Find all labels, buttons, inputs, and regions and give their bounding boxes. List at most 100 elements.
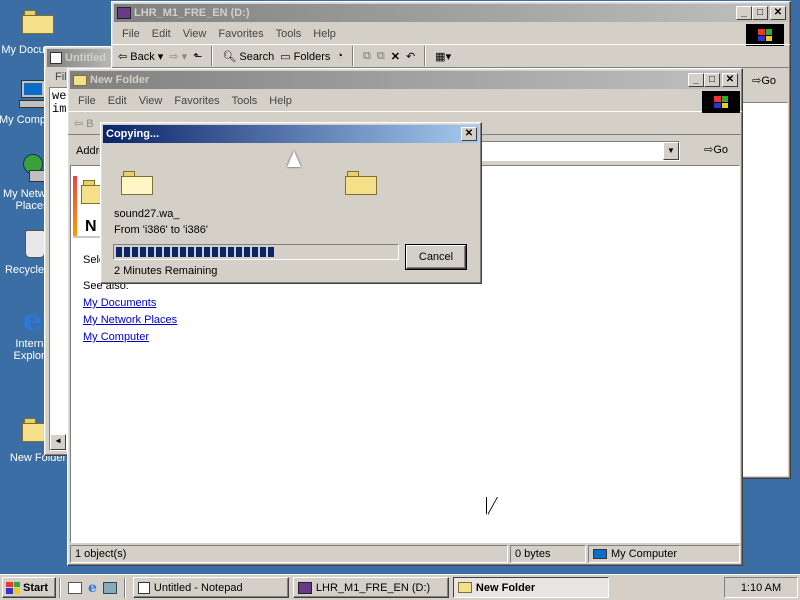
maximize-button[interactable]: □	[752, 6, 768, 20]
notepad-scroll-left-button[interactable]: ◀	[50, 434, 66, 450]
menu-help[interactable]: Help	[309, 28, 344, 40]
outlook-express-icon[interactable]	[102, 581, 117, 594]
copying-dialog[interactable]: Copying... ✕ sound27.wa_ From 'i386' to …	[100, 122, 482, 284]
status-size: 0 bytes	[510, 545, 586, 563]
taskbar-button-label: Untitled - Notepad	[153, 581, 243, 594]
see-also-links: My Documents My Network Places My Comput…	[83, 297, 177, 348]
new-folder-titlebar[interactable]: New Folder _ □ ✕	[70, 71, 740, 89]
new-folder-menubar: File Edit View Favorites Tools Help	[68, 91, 742, 113]
menu-edit[interactable]: Edit	[104, 95, 135, 107]
close-button[interactable]: ✕	[770, 6, 786, 20]
menu-edit[interactable]: Edit	[148, 28, 179, 40]
time-remaining: 2 Minutes Remaining	[114, 265, 218, 277]
link-my-computer[interactable]: My Computer	[83, 331, 177, 343]
quick-launch: e	[68, 580, 117, 596]
mouse-pointer-icon	[487, 497, 497, 515]
cancel-button[interactable]: Cancel	[405, 244, 467, 270]
menu-tools[interactable]: Tools	[272, 28, 310, 40]
internet-explorer-icon[interactable]: e	[88, 580, 97, 596]
system-tray: 1:10 AM	[724, 577, 798, 598]
folders-button[interactable]: ▭ Folders	[280, 50, 330, 63]
address-dropdown-button[interactable]: ▼	[663, 142, 679, 160]
cd-drive-icon	[297, 581, 312, 594]
flying-paper-icon	[287, 151, 301, 169]
search-button[interactable]: 🔍︎ Search	[222, 50, 274, 63]
windows-flag-icon	[6, 581, 20, 594]
status-zone: My Computer	[588, 545, 740, 563]
drive-window-title: LHR_M1_FRE_EN (D:)	[134, 7, 250, 19]
toolbar-separator	[211, 46, 214, 66]
menu-help[interactable]: Help	[265, 95, 300, 107]
toolbar-separator	[424, 46, 427, 66]
menu-file[interactable]: File	[118, 28, 148, 40]
destination-folder-icon	[345, 169, 377, 195]
close-button[interactable]: ✕	[722, 73, 738, 87]
toolbar-separator	[352, 46, 355, 66]
minimize-button[interactable]: _	[736, 6, 752, 20]
menu-view[interactable]: View	[135, 95, 171, 107]
copying-dialog-titlebar[interactable]: Copying... ✕	[103, 125, 479, 143]
go-label: Go	[761, 75, 776, 87]
taskbar-button-label: New Folder	[475, 581, 536, 594]
taskbar-separator	[59, 577, 61, 598]
copying-dialog-title: Copying...	[106, 128, 160, 140]
start-button[interactable]: Start	[2, 577, 56, 598]
clock[interactable]: 1:10 AM	[741, 582, 781, 594]
cd-drive-icon	[117, 7, 131, 19]
menu-favorites[interactable]: Favorites	[170, 95, 227, 107]
taskbar-separator	[123, 577, 126, 598]
maximize-button[interactable]: □	[704, 73, 720, 87]
copy-filename: sound27.wa_	[114, 208, 180, 220]
menu-view[interactable]: View	[179, 28, 215, 40]
panel-title: N	[85, 218, 97, 235]
link-my-documents[interactable]: My Documents	[83, 297, 177, 309]
menu-favorites[interactable]: Favorites	[214, 28, 271, 40]
status-zone-label: My Computer	[611, 548, 678, 560]
computer-icon	[593, 549, 607, 559]
progress-fill	[116, 247, 276, 257]
windows-logo	[746, 24, 784, 46]
minimize-button[interactable]: _	[688, 73, 704, 87]
copy-to-icon[interactable]: ⧉	[377, 50, 385, 63]
status-object-count: 1 object(s)	[70, 545, 508, 563]
go-label: Go	[713, 144, 728, 156]
drive-window-toolbar: ⇦ Back ▾ ⇨ ▾ ⬑ 🔍︎ Search ▭ Folders ◔ ⧉ ⧉…	[112, 44, 790, 68]
taskbar-button-drive[interactable]: LHR_M1_FRE_EN (D:)	[292, 577, 449, 598]
close-button[interactable]: ✕	[461, 127, 477, 141]
link-my-network-places[interactable]: My Network Places	[83, 314, 177, 326]
back-button[interactable]: ⇦ Back ▾	[118, 50, 163, 63]
forward-button[interactable]: ⇨ ▾	[169, 50, 187, 63]
search-label: Search	[239, 50, 275, 63]
source-folder-icon	[121, 169, 153, 195]
folder-icon	[457, 582, 472, 593]
drive-go-button[interactable]: ⇨Go	[752, 74, 776, 87]
panel-accent	[73, 176, 77, 236]
move-to-icon[interactable]: ⧉	[363, 50, 371, 63]
history-icon[interactable]: ◔	[336, 50, 343, 62]
taskbar: Start e Untitled - Notepad LHR_M1_FRE_EN…	[0, 574, 800, 600]
go-button[interactable]: ⇨Go	[704, 143, 728, 156]
windows-logo	[702, 91, 740, 113]
start-label: Start	[23, 581, 49, 594]
show-desktop-icon[interactable]	[68, 581, 82, 594]
notepad-icon	[50, 52, 62, 64]
taskbar-button-notepad[interactable]: Untitled - Notepad	[132, 577, 289, 598]
notepad-titlebar[interactable]: Untitled - Notepad	[47, 49, 121, 67]
my-documents-icon	[21, 8, 55, 42]
back-label: Back	[130, 50, 155, 63]
back-label: B	[86, 117, 94, 130]
taskbar-button-label: LHR_M1_FRE_EN (D:)	[315, 581, 431, 594]
menu-file[interactable]: File	[74, 95, 104, 107]
back-button[interactable]: ⇦ B	[74, 117, 94, 130]
views-icon[interactable]: ▦▾	[435, 50, 451, 63]
status-bar: 1 object(s) 0 bytes My Computer	[70, 545, 740, 563]
up-folder-icon[interactable]: ⬑	[193, 50, 202, 63]
taskbar-button-new-folder[interactable]: New Folder	[452, 577, 609, 598]
drive-window-menubar: File Edit View Favorites Tools Help	[112, 24, 790, 46]
drive-window-titlebar[interactable]: LHR_M1_FRE_EN (D:) _ □ ✕	[114, 4, 788, 22]
new-folder-title: New Folder	[90, 74, 150, 86]
undo-icon[interactable]: ↶	[406, 50, 415, 63]
menu-tools[interactable]: Tools	[228, 95, 266, 107]
copy-from-to: From 'i386' to 'i386'	[114, 224, 208, 236]
delete-icon[interactable]: ✕	[391, 50, 400, 63]
